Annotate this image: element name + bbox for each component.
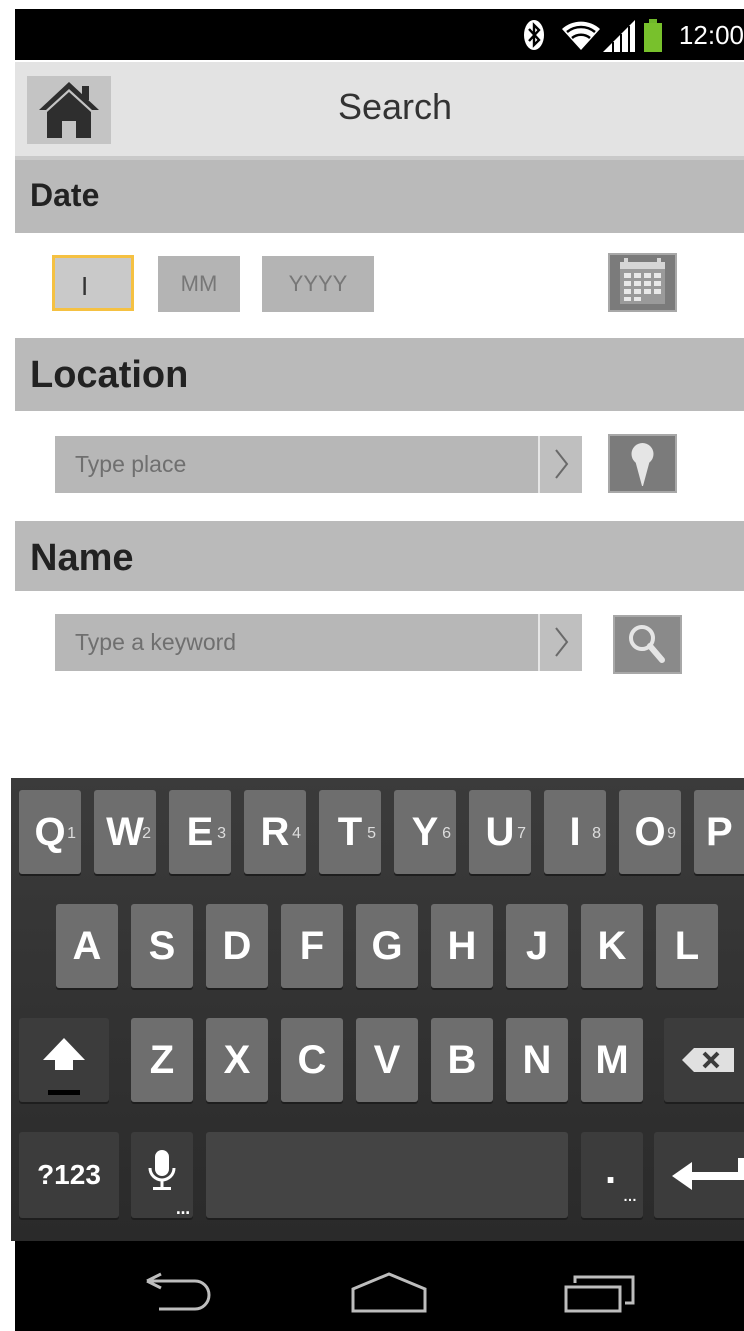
day-input[interactable]: I — [52, 255, 134, 311]
key-y[interactable]: Y6 — [394, 790, 456, 874]
map-pin-button[interactable] — [608, 434, 677, 493]
year-input[interactable]: YYYY — [262, 256, 374, 312]
backspace-key[interactable] — [664, 1018, 744, 1102]
key-b[interactable]: B — [431, 1018, 493, 1102]
enter-icon — [672, 1158, 744, 1190]
key-i[interactable]: I8 — [544, 790, 606, 874]
microphone-icon: … — [148, 1150, 190, 1218]
navigation-bar — [15, 1241, 744, 1331]
key-h[interactable]: H — [431, 904, 493, 988]
key-r[interactable]: R4 — [244, 790, 306, 874]
section-header-date: Date — [15, 160, 744, 233]
key-q[interactable]: Q1 — [19, 790, 81, 874]
location-placeholder: Type place — [75, 451, 187, 477]
key-c[interactable]: C — [281, 1018, 343, 1102]
symbols-key[interactable]: ?123 — [19, 1132, 119, 1218]
key-a[interactable]: A — [56, 904, 118, 988]
key-o[interactable]: O9 — [619, 790, 681, 874]
section-title-location: Location — [30, 354, 189, 396]
key-z[interactable]: Z — [131, 1018, 193, 1102]
status-time: 12:00 — [678, 20, 744, 50]
key-s[interactable]: S — [131, 904, 193, 988]
key-d[interactable]: D — [206, 904, 268, 988]
section-title-date: Date — [30, 177, 100, 213]
recent-apps-icon[interactable] — [563, 1271, 637, 1315]
svg-text:…: … — [176, 1202, 190, 1218]
month-input[interactable]: MM — [158, 256, 240, 312]
section-header-location: Location — [15, 338, 744, 411]
calendar-icon — [620, 258, 665, 304]
key-v[interactable]: V — [356, 1018, 418, 1102]
keyword-placeholder: Type a keyword — [75, 629, 237, 655]
location-input[interactable]: Type place — [55, 436, 538, 493]
space-key[interactable] — [206, 1132, 568, 1218]
section-title-name: Name — [30, 537, 134, 579]
status-bar: 12:00 — [15, 9, 744, 60]
key-x[interactable]: X — [206, 1018, 268, 1102]
home-outline-icon[interactable] — [349, 1271, 429, 1313]
shift-key[interactable] — [19, 1018, 109, 1102]
signal-icon — [603, 20, 635, 52]
period-key[interactable]: . … — [581, 1132, 643, 1218]
key-f[interactable]: F — [281, 904, 343, 988]
location-expand-button[interactable] — [538, 436, 582, 493]
key-j[interactable]: J — [506, 904, 568, 988]
soft-keyboard: Q1 W2 E3 R4 T5 Y6 U7 I8 O9 P A S D F G H… — [11, 778, 744, 1241]
day-input-value: I — [81, 271, 89, 301]
chevron-right-icon — [555, 449, 569, 479]
key-g[interactable]: G — [356, 904, 418, 988]
search-icon — [629, 625, 665, 663]
backspace-icon — [682, 1048, 734, 1072]
key-n[interactable]: N — [506, 1018, 568, 1102]
section-header-name: Name — [15, 521, 744, 591]
key-e[interactable]: E3 — [169, 790, 231, 874]
search-button[interactable] — [613, 615, 682, 674]
microphone-key[interactable]: … — [131, 1132, 193, 1218]
chevron-right-icon — [555, 627, 569, 657]
enter-key[interactable] — [654, 1132, 744, 1218]
bluetooth-icon — [524, 20, 544, 50]
key-w[interactable]: W2 — [94, 790, 156, 874]
key-u[interactable]: U7 — [469, 790, 531, 874]
page-title: Search — [337, 86, 453, 127]
keyword-input[interactable]: Type a keyword — [55, 614, 538, 671]
key-l[interactable]: L — [656, 904, 718, 988]
key-k[interactable]: K — [581, 904, 643, 988]
key-p[interactable]: P — [694, 790, 744, 874]
map-pin-icon — [631, 443, 654, 486]
key-t[interactable]: T5 — [319, 790, 381, 874]
battery-icon — [644, 19, 662, 52]
back-icon[interactable] — [143, 1271, 217, 1311]
wifi-icon — [562, 21, 600, 50]
shift-icon — [43, 1038, 85, 1095]
calendar-button[interactable] — [608, 253, 677, 312]
key-m[interactable]: M — [581, 1018, 643, 1102]
keyword-expand-button[interactable] — [538, 614, 582, 671]
